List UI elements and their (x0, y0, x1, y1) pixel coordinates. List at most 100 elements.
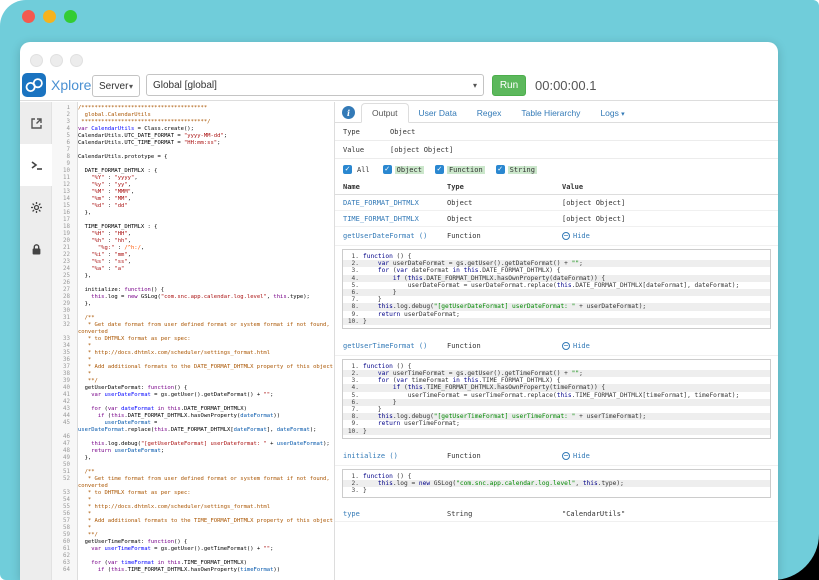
editor-line: 29 }, (52, 301, 333, 308)
output-body: Type Object Value [object Object] ✓All✓O… (335, 123, 778, 580)
collapse-minus-icon: − (562, 342, 570, 350)
run-button[interactable]: Run (492, 75, 526, 96)
line-number: 43 (52, 406, 74, 413)
line-number: 15 (52, 203, 74, 210)
result-value: [object Object] (562, 199, 770, 207)
editor-line: 2 global.CalendarUtils (52, 112, 333, 119)
result-name-link[interactable]: type (343, 510, 447, 518)
sidebar-button-lock-icon[interactable] (20, 228, 52, 270)
editor-line: 64 if (this.TIME_FORMAT_DHTMLX.hasOwnPro… (52, 567, 333, 574)
result-name-link[interactable]: getUserTimeFormat () (343, 342, 447, 350)
editor-line: 13 "%M" : "MMM", (52, 189, 333, 196)
checkbox-string[interactable]: ✓ (496, 165, 505, 174)
line-number: 33 (52, 336, 74, 343)
close-window-dot[interactable] (22, 10, 35, 23)
editor-line: 35 * http://docs.dhtmlx.com/scheduler/se… (52, 350, 333, 357)
line-number: 29 (52, 301, 74, 308)
table-row: initialize ()Function−Hide (335, 447, 778, 466)
line-number: 11 (52, 175, 74, 182)
editor-line: 15 "%d" : "dd" (52, 203, 333, 210)
checkbox-object[interactable]: ✓ (383, 165, 392, 174)
line-number: 40 (52, 385, 74, 392)
editor-line: 59 **/ (52, 532, 333, 539)
sidebar-button-open-record-icon[interactable] (20, 102, 52, 144)
line-number: 27 (52, 287, 74, 294)
line-number: 51 (52, 469, 74, 476)
editor-line: 42 (52, 399, 333, 406)
line-number: 17 (52, 217, 74, 224)
result-type: String (447, 510, 562, 518)
result-type: Function (447, 232, 562, 240)
editor-line: 33 * to DHTMLX format as per spec: (52, 336, 333, 343)
function-source-block: 1.function () {2. var userDateFormat = g… (342, 249, 771, 329)
tab-user-data[interactable]: User Data (409, 104, 467, 122)
line-number: 55 (52, 504, 74, 511)
tab-logs[interactable]: Logs ▾ (590, 104, 634, 122)
editor-line: 21 "%g:" : /^h:/, (52, 245, 333, 252)
editor-line: 43 for (var dateFormat in this.DATE_FORM… (52, 406, 333, 413)
editor-line: 40 getUserDateFormat: function() { (52, 385, 333, 392)
hide-toggle-link[interactable]: −Hide (562, 232, 770, 240)
minimize-window-dot[interactable] (43, 10, 56, 23)
tab-regex[interactable]: Regex (467, 104, 512, 122)
line-number: 16 (52, 210, 74, 217)
sidebar-button-terminal-icon[interactable] (20, 144, 52, 186)
results-table-header: Name Type Value (335, 179, 778, 195)
line-number (52, 483, 74, 490)
line-number (52, 427, 74, 434)
result-name-link[interactable]: initialize () (343, 452, 447, 460)
line-number: 2 (52, 112, 74, 119)
editor-line: 31 /** (52, 315, 333, 322)
line-number: 54 (52, 497, 74, 504)
zoom-window-dot[interactable] (64, 10, 77, 23)
info-icon[interactable]: i (342, 106, 355, 119)
sidebar-button-settings-gear-icon[interactable] (20, 186, 52, 228)
hide-toggle-link[interactable]: −Hide (562, 342, 770, 350)
line-number: 36 (52, 357, 74, 364)
editor-line: converted (52, 329, 333, 336)
editor-line: 49 }, (52, 455, 333, 462)
editor-line: 54 * (52, 497, 333, 504)
line-number: 1 (52, 105, 74, 112)
result-name-link[interactable]: getUserDateFormat () (343, 232, 447, 240)
line-number: 18 (52, 224, 74, 231)
line-number: 8 (52, 154, 74, 161)
editor-line: userDateFormat.replace(this.DATE_FORMAT_… (52, 427, 333, 434)
macos-window-controls[interactable] (22, 10, 77, 23)
result-name-link[interactable]: DATE_FORMAT_DHTMLX (343, 199, 447, 207)
screenshot-stage: Xplore4.7 Server▾ Global [global]▾ Run 0… (0, 0, 819, 580)
line-number: 14 (52, 196, 74, 203)
chevron-down-icon: ▾ (619, 110, 625, 118)
table-row: typeString"CalendarUtils" (335, 506, 778, 522)
tab-table-hierarchy[interactable]: Table Hierarchy (511, 104, 590, 122)
tab-output[interactable]: Output (361, 103, 409, 123)
checkbox-function[interactable]: ✓ (435, 165, 444, 174)
line-number: 46 (52, 434, 74, 441)
editor-line: 63 for (var timeFormat in this.TIME_FORM… (52, 560, 333, 567)
line-number: 19 (52, 231, 74, 238)
editor-line: 48 return userDateFormat; (52, 448, 333, 455)
editor-line: 32 * Get date format from user defined f… (52, 322, 333, 329)
scope-global-select[interactable]: Global [global]▾ (146, 74, 484, 96)
xplore-app-window: Xplore4.7 Server▾ Global [global]▾ Run 0… (20, 42, 778, 580)
filter-label: All (355, 166, 372, 174)
editor-line: 38 * (52, 371, 333, 378)
editor-line: 41 var userDateFormat = gs.getUser().get… (52, 392, 333, 399)
editor-line: 51 /** (52, 469, 333, 476)
filter-function: ✓Function (435, 165, 485, 174)
result-value-row: Value [object Object] (335, 141, 778, 159)
line-number: 48 (52, 448, 74, 455)
line-number: 34 (52, 343, 74, 350)
code-editor[interactable]: 1/**************************************… (52, 105, 333, 580)
result-type: Function (447, 342, 562, 350)
line-number: 58 (52, 525, 74, 532)
output-tabs: i OutputUser DataRegexTable HierarchyLog… (335, 103, 778, 123)
type-label: Type (343, 128, 390, 136)
editor-line: 6CalendarUtils.UTC_TIME_FORMAT = "HH:mm:… (52, 140, 333, 147)
server-scope-select[interactable]: Server▾ (92, 75, 140, 97)
line-number: 37 (52, 364, 74, 371)
result-name-link[interactable]: TIME_FORMAT_DHTMLX (343, 215, 447, 223)
hide-toggle-link[interactable]: −Hide (562, 452, 770, 460)
checkbox-all[interactable]: ✓ (343, 165, 352, 174)
line-number: 28 (52, 294, 74, 301)
